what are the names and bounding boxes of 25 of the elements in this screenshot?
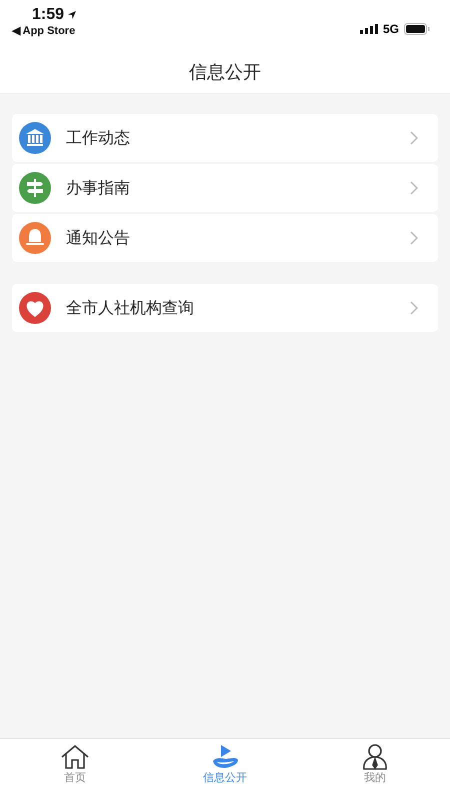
menu-label: 通知公告 — [66, 228, 131, 248]
chevron-icon — [410, 181, 418, 195]
chevron-icon — [410, 131, 418, 145]
location-icon — [67, 10, 78, 20]
network-label: 5G — [382, 22, 399, 36]
home-icon — [60, 744, 90, 770]
menu-item[interactable]: 工作动态 — [12, 114, 438, 162]
menu-label: 工作动态 — [66, 128, 131, 148]
tab[interactable]: 我的 — [335, 744, 415, 785]
signal-icon — [360, 24, 378, 34]
menu-label: 办事指南 — [66, 178, 131, 198]
chevron-icon — [410, 301, 418, 315]
hand-play-icon — [210, 744, 240, 770]
tab[interactable]: 首页 — [35, 744, 115, 785]
back-link[interactable]: ◀ App Store — [12, 24, 78, 37]
menu-item[interactable]: 通知公告 — [12, 214, 438, 262]
menu-label: 全市人社机构查询 — [66, 298, 195, 318]
battery-icon — [404, 23, 430, 35]
person-icon — [360, 744, 390, 770]
chevron-icon — [410, 231, 418, 245]
tab[interactable]: 信息公开 — [185, 744, 265, 785]
status-time: 1:59 — [32, 6, 64, 24]
page-title: 信息公开 — [189, 60, 261, 84]
menu-item[interactable]: 办事指南 — [12, 164, 438, 212]
menu-item[interactable]: 全市人社机构查询 — [12, 284, 438, 332]
